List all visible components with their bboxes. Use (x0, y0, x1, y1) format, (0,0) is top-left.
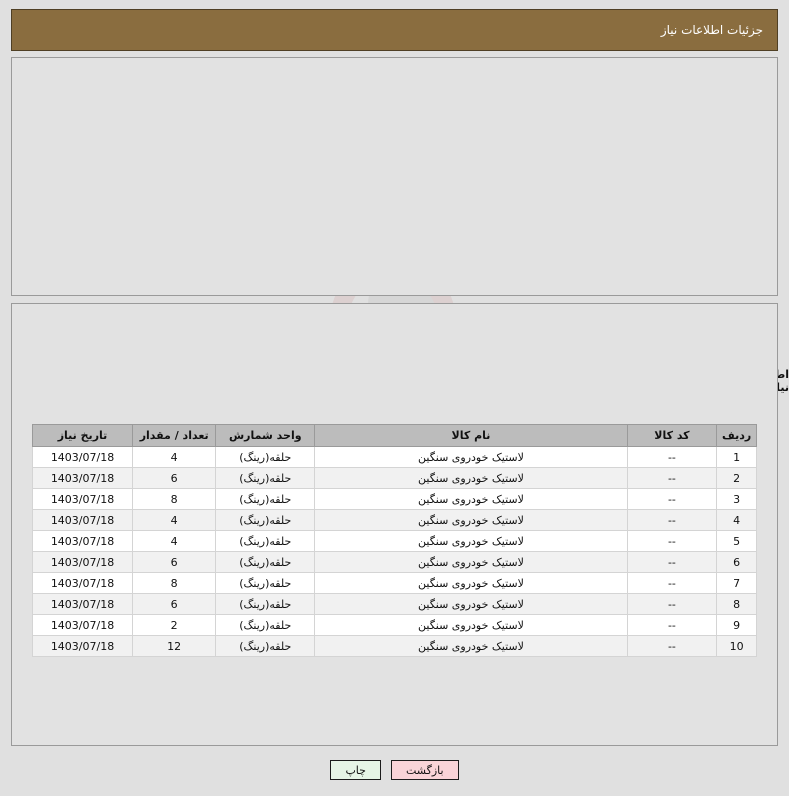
print-button[interactable]: چاپ (330, 760, 381, 780)
cell-goods-name: لاستیک خودروی سنگین (314, 551, 628, 573)
table-row: 7 -- لاستیک خودروی سنگین حلقه(رینگ) 8 1403/07… (31, 572, 757, 594)
cell-need-date: 1403/07/18 (31, 614, 134, 636)
cell-quantity: 4 (132, 446, 217, 468)
cell-goods-code: -- (626, 509, 718, 531)
cell-need-date: 1403/07/18 (31, 446, 134, 468)
table-row: 1 -- لاستیک خودروی سنگین حلقه(رینگ) 4 1403/07… (31, 446, 757, 468)
table-row: 3 -- لاستیک خودروی سنگین حلقه(رینگ) 8 1403/07… (31, 488, 757, 510)
cell-goods-code: -- (626, 614, 718, 636)
cell-quantity: 4 (132, 509, 217, 531)
cell-unit: حلقه(رینگ) (215, 593, 316, 615)
cell-unit: حلقه(رینگ) (215, 488, 316, 510)
cell-need-date: 1403/07/18 (31, 467, 134, 489)
cell-goods-name: لاستیک خودروی سنگین (314, 488, 628, 510)
page-title-bar: جزئیات اطلاعات نیاز (11, 9, 778, 51)
cell-row-number: 6 (716, 551, 757, 573)
cell-need-date: 1403/07/18 (31, 551, 134, 573)
cell-row-number: 2 (716, 467, 757, 489)
table-header-row: ردیف کد کالا نام کالا واحد شمارش تعداد /… (31, 424, 757, 447)
table-row: 6 -- لاستیک خودروی سنگین حلقه(رینگ) 6 1403/07… (31, 551, 757, 573)
cell-goods-name: لاستیک خودروی سنگین (314, 614, 628, 636)
cell-goods-code: -- (626, 572, 718, 594)
cell-goods-code: -- (626, 488, 718, 510)
goods-table: ردیف کد کالا نام کالا واحد شمارش تعداد /… (31, 424, 757, 657)
cell-row-number: 9 (716, 614, 757, 636)
cell-goods-name: لاستیک خودروی سنگین (314, 446, 628, 468)
cell-goods-code: -- (626, 635, 718, 657)
cell-quantity: 2 (132, 614, 217, 636)
th-need-date: تاریخ نیاز (31, 424, 134, 447)
cell-goods-name: لاستیک خودروی سنگین (314, 635, 628, 657)
cell-quantity: 4 (132, 530, 217, 552)
th-goods-code: کد کالا (626, 424, 718, 447)
table-row: 8 -- لاستیک خودروی سنگین حلقه(رینگ) 6 1403/07… (31, 593, 757, 615)
cell-unit: حلقه(رینگ) (215, 530, 316, 552)
page-title: جزئیات اطلاعات نیاز (660, 23, 763, 37)
cell-quantity: 12 (132, 635, 217, 657)
cell-row-number: 7 (716, 572, 757, 594)
cell-goods-code: -- (626, 446, 718, 468)
cell-goods-code: -- (626, 593, 718, 615)
table-row: 4 -- لاستیک خودروی سنگین حلقه(رینگ) 4 1403/07… (31, 509, 757, 531)
cell-unit: حلقه(رینگ) (215, 551, 316, 573)
cell-need-date: 1403/07/18 (31, 593, 134, 615)
cell-row-number: 8 (716, 593, 757, 615)
table-row: 10 -- لاستیک خودروی سنگین حلقه(رینگ) 12 1403/… (31, 635, 757, 657)
cell-quantity: 6 (132, 467, 217, 489)
table-row: 2 -- لاستیک خودروی سنگین حلقه(رینگ) 6 1403/07… (31, 467, 757, 489)
cell-quantity: 8 (132, 488, 217, 510)
table-row: 5 -- لاستیک خودروی سنگین حلقه(رینگ) 4 1403/07… (31, 530, 757, 552)
cell-row-number: 1 (716, 446, 757, 468)
cell-goods-name: لاستیک خودروی سنگین (314, 593, 628, 615)
cell-unit: حلقه(رینگ) (215, 614, 316, 636)
cell-quantity: 6 (132, 551, 217, 573)
cell-row-number: 3 (716, 488, 757, 510)
cell-unit: حلقه(رینگ) (215, 635, 316, 657)
cell-row-number: 4 (716, 509, 757, 531)
cell-goods-code: -- (626, 551, 718, 573)
cell-goods-name: لاستیک خودروی سنگین (314, 509, 628, 531)
cell-unit: حلقه(رینگ) (215, 572, 316, 594)
cell-unit: حلقه(رینگ) (215, 467, 316, 489)
cell-goods-name: لاستیک خودروی سنگین (314, 467, 628, 489)
th-row-number: ردیف (716, 424, 757, 447)
cell-unit: حلقه(رینگ) (215, 446, 316, 468)
th-goods-name: نام کالا (314, 424, 628, 447)
cell-need-date: 1403/07/18 (31, 572, 134, 594)
cell-need-date: 1403/07/18 (31, 530, 134, 552)
table-row: 9 -- لاستیک خودروی سنگین حلقه(رینگ) 2 1403/07… (31, 614, 757, 636)
footer-actions: بازگشت چاپ (0, 760, 789, 780)
cell-goods-name: لاستیک خودروی سنگین (314, 572, 628, 594)
cell-goods-code: -- (626, 530, 718, 552)
cell-unit: حلقه(رینگ) (215, 509, 316, 531)
th-quantity: تعداد / مقدار (132, 424, 217, 447)
cell-row-number: 10 (716, 635, 757, 657)
cell-goods-name: لاستیک خودروی سنگین (314, 530, 628, 552)
th-unit: واحد شمارش (215, 424, 316, 447)
need-info-panel (11, 57, 778, 296)
cell-need-date: 1403/07/18 (31, 488, 134, 510)
cell-row-number: 5 (716, 530, 757, 552)
back-button[interactable]: بازگشت (390, 760, 459, 780)
cell-need-date: 1403/07/18 (31, 509, 134, 531)
cell-quantity: 6 (132, 593, 217, 615)
cell-goods-code: -- (626, 467, 718, 489)
cell-quantity: 8 (132, 572, 217, 594)
cell-need-date: 1403/07/18 (31, 635, 134, 657)
